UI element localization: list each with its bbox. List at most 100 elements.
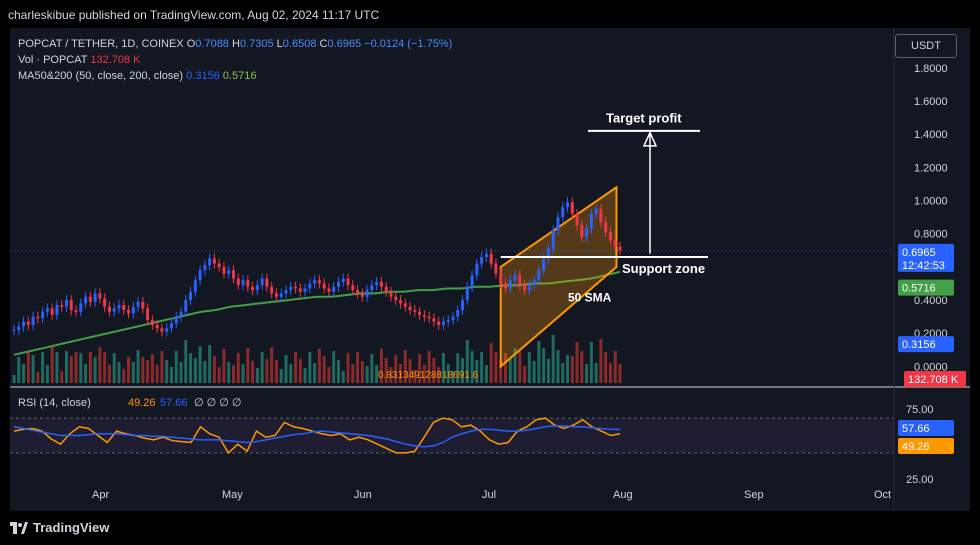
fib-level-label: 0.831349128818691 6 bbox=[378, 370, 479, 381]
time-tick-label: Sep bbox=[744, 489, 764, 501]
change-value: −0.0124 (−1.75%) bbox=[364, 38, 453, 50]
volume-bar bbox=[122, 369, 126, 383]
volume-bar bbox=[360, 361, 364, 383]
volume-bar bbox=[279, 369, 283, 383]
volume-label[interactable]: Vol · POPCAT bbox=[18, 54, 87, 66]
candle-body bbox=[227, 270, 231, 274]
volume-bar bbox=[93, 357, 97, 383]
volume-bar bbox=[74, 352, 78, 383]
candle-body bbox=[265, 278, 269, 287]
candle-body bbox=[222, 266, 226, 274]
candle-body bbox=[298, 288, 302, 292]
candle-body bbox=[260, 278, 264, 286]
volume-bar bbox=[594, 363, 598, 383]
candle-body bbox=[403, 303, 407, 307]
volume-bar bbox=[298, 359, 302, 383]
currency-button[interactable]: USDT bbox=[895, 34, 957, 58]
volume-bar bbox=[585, 364, 589, 383]
candle-body bbox=[370, 285, 374, 291]
rising-channel bbox=[499, 185, 618, 369]
volume-bar bbox=[270, 347, 274, 383]
candle-body bbox=[470, 275, 474, 287]
candle-body bbox=[379, 281, 383, 287]
volume-bar bbox=[561, 363, 565, 383]
volume-bar bbox=[489, 343, 493, 383]
rsi-label: RSI (14, close) bbox=[18, 397, 91, 409]
candle-body bbox=[150, 319, 154, 325]
volume-bar bbox=[193, 358, 197, 383]
volume-bar bbox=[117, 362, 121, 383]
candle-body bbox=[618, 247, 622, 251]
volume-bar bbox=[322, 356, 326, 383]
candle-body bbox=[513, 275, 517, 281]
candle-body bbox=[270, 286, 274, 294]
volume-bar bbox=[50, 347, 54, 383]
price-tick-label: 1.4000 bbox=[914, 129, 948, 141]
volume-bar bbox=[41, 352, 45, 383]
candle-body bbox=[336, 281, 340, 287]
candle-body bbox=[394, 296, 398, 301]
tradingview-logo[interactable]: TradingView bbox=[10, 520, 109, 535]
candle-body bbox=[241, 280, 245, 286]
volume-bar bbox=[212, 356, 216, 383]
volume-bar bbox=[160, 351, 164, 383]
open-label: O bbox=[186, 38, 196, 50]
candle-body bbox=[484, 253, 488, 257]
candle-body bbox=[537, 270, 541, 281]
candle-body bbox=[236, 278, 240, 286]
candle-body bbox=[155, 324, 159, 329]
volume-bar bbox=[356, 352, 360, 383]
volume-bar bbox=[618, 364, 622, 383]
candle-body bbox=[542, 258, 546, 271]
tradingview-logo-icon bbox=[10, 521, 28, 534]
price-chart[interactable]: 1.8000 1.6000 1.4000 1.2000 1.0000 0.8000 0.40… bbox=[10, 28, 970, 511]
time-tick-label: May bbox=[222, 489, 243, 501]
volume-bar bbox=[613, 351, 617, 383]
volume-bar bbox=[589, 342, 593, 383]
volume-bar bbox=[351, 364, 355, 383]
candle-body bbox=[84, 296, 88, 304]
candle-body bbox=[55, 305, 59, 316]
volume-bar bbox=[169, 367, 173, 383]
candle-body bbox=[198, 270, 202, 281]
volume-bar bbox=[313, 363, 317, 383]
candle-body bbox=[551, 230, 555, 249]
volume-bar bbox=[284, 355, 288, 383]
candle-body bbox=[88, 296, 92, 302]
volume-bar bbox=[317, 349, 321, 383]
volume-bar bbox=[265, 359, 269, 383]
rsi-axis-bottom: 25.00 bbox=[906, 474, 934, 486]
candle-body bbox=[69, 300, 73, 311]
volume-bar bbox=[79, 353, 83, 383]
legend-symbol-row: POPCAT / TETHER, 1D, COINEX O0.7088 H0.7… bbox=[18, 36, 452, 52]
volume-bar bbox=[31, 355, 35, 383]
price-tick-label: 0.8000 bbox=[914, 229, 948, 241]
symbol-label[interactable]: POPCAT / TETHER, 1D, COINEX bbox=[18, 38, 184, 50]
volume-bar bbox=[141, 357, 145, 383]
candle-body bbox=[508, 280, 512, 289]
price-tick-label: 1.8000 bbox=[914, 63, 948, 75]
candle-body bbox=[585, 228, 589, 238]
chart-panel[interactable]: 1.8000 1.6000 1.4000 1.2000 1.0000 0.8000 0.40… bbox=[10, 28, 970, 511]
candle-body bbox=[107, 306, 111, 312]
candle-body bbox=[599, 208, 603, 223]
candle-body bbox=[389, 291, 393, 297]
rsi-axis-top: 75.00 bbox=[906, 404, 934, 416]
ma-slow-tag: 0.5716 bbox=[902, 283, 936, 295]
candle-body bbox=[356, 290, 360, 294]
candle-body bbox=[494, 263, 498, 274]
candle-body bbox=[418, 311, 422, 316]
candle-body bbox=[131, 306, 135, 314]
candle-body bbox=[413, 310, 417, 312]
candle-body bbox=[160, 328, 164, 332]
candle-body bbox=[437, 321, 441, 325]
volume-bar bbox=[184, 340, 188, 383]
ma-label[interactable]: MA50&200 (50, close, 200, close) bbox=[18, 70, 183, 82]
volume-bar bbox=[484, 365, 488, 383]
candle-body bbox=[179, 311, 183, 317]
candle-body bbox=[212, 258, 216, 264]
candle-body bbox=[103, 298, 107, 307]
candle-body bbox=[165, 328, 169, 332]
candle-body bbox=[461, 300, 465, 311]
candle-body bbox=[308, 283, 312, 289]
